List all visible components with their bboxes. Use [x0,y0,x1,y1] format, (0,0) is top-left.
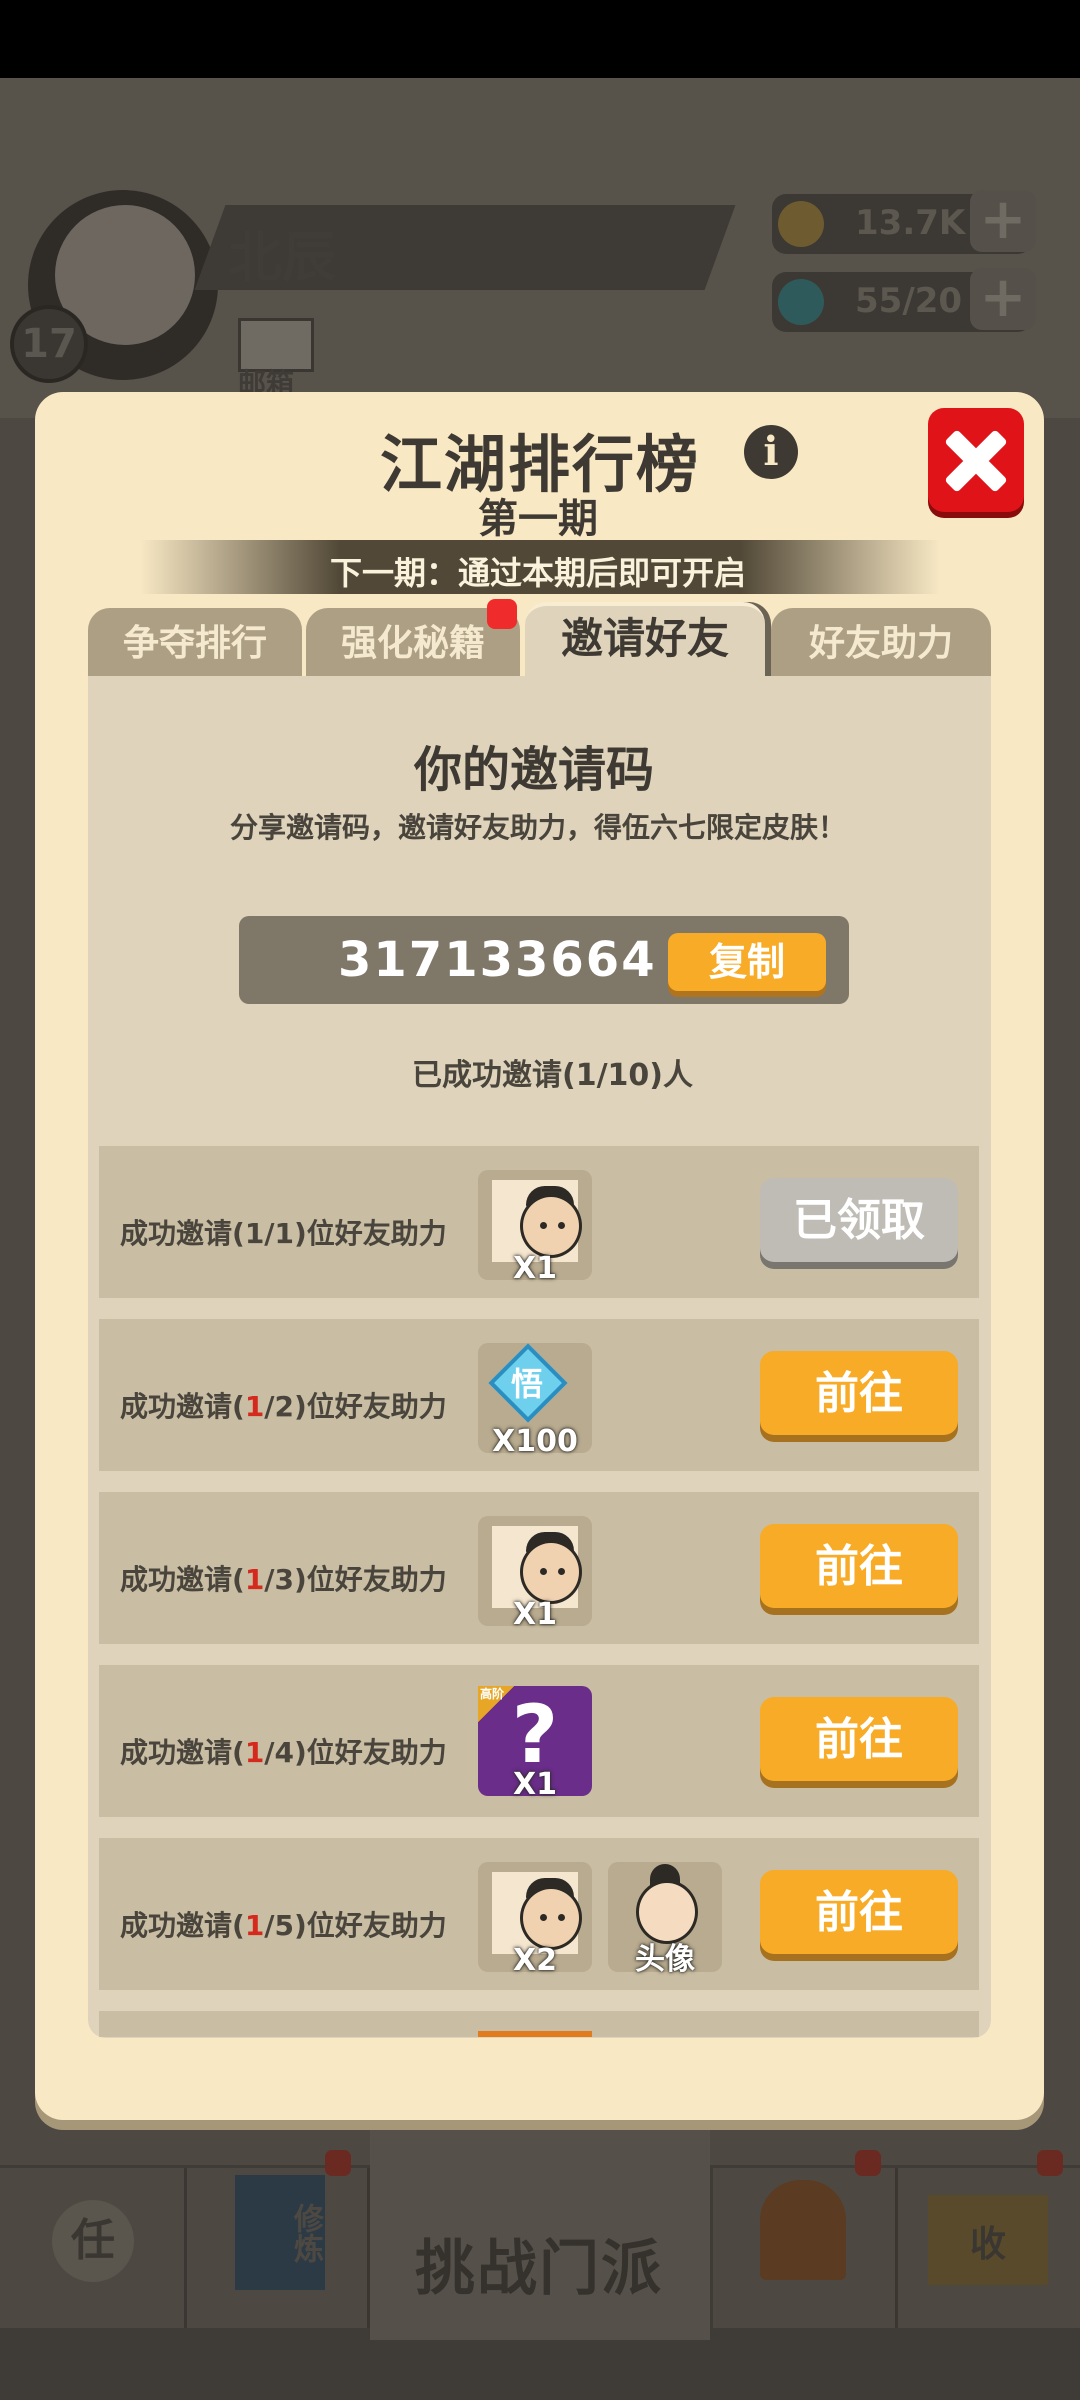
reward-quantity: X1 [512,1767,557,1802]
reward-progress: 1 [244,1909,265,1942]
puzzle-avatar-icon [492,1872,582,1954]
invite-code-value: 317133664 [338,932,657,988]
energy-value: 55/20 [855,281,963,321]
reward-condition-prefix: 成功邀请( [120,1563,245,1596]
reward-condition-prefix: 成功邀请( [120,1390,245,1423]
reward-quantity: X1 [512,1597,557,1632]
reward-item[interactable]: 头像 [608,1862,722,1977]
claimed-button[interactable]: 已领取 [760,1178,958,1262]
coin-value: 13.7K [855,203,966,243]
tab-invite-friends[interactable]: 邀请好友 [525,602,765,680]
reward-condition: 成功邀请(1/1)位好友助力 [120,1212,447,1252]
challenge-sect-label: 挑战门派 [415,2234,663,2304]
reward-progress: 1 [244,1563,265,1596]
reward-quantity: X2 [512,1943,557,1978]
reward-condition: 成功邀请(1/2)位好友助力 [120,1385,447,1425]
invite-code-title: 你的邀请码 [414,742,655,798]
add-coins-button: + [970,190,1036,252]
task-scroll-icon: 任 [52,2200,134,2282]
reward-condition-target: /1)位好友助力 [264,1217,447,1250]
reward-condition-prefix: 成功邀请( [120,1217,245,1250]
reward-condition-target: /3)位好友助力 [264,1563,447,1596]
next-season-text: 下一期：通过本期后即可开启 [330,554,747,592]
info-icon[interactable]: i [744,425,798,479]
reward-item[interactable]: 悟 X100 [478,1343,592,1459]
tab-friend-help[interactable]: 好友助力 [771,608,991,676]
reward-condition-prefix: 成功邀请( [120,1909,245,1942]
helmet-icon [760,2180,846,2280]
notification-dot [1037,2150,1063,2176]
copy-button[interactable]: 复制 [668,933,826,991]
cultivation-book-icon: 修炼 [235,2175,325,2290]
tab-notification-badge [487,599,517,629]
status-bar [0,0,1080,78]
go-button[interactable]: 前往 [760,1697,958,1781]
notification-dot [325,2150,351,2176]
player-name: 北辰 [228,226,336,289]
reward-progress: 1 [244,1217,265,1250]
tab-ranking[interactable]: 争夺排行 [88,608,302,676]
close-button[interactable] [928,408,1024,512]
reward-item[interactable]: X1 [478,1170,592,1286]
puzzle-avatar-icon [492,1526,582,1608]
reward-condition: 成功邀请(1/3)位好友助力 [120,1558,447,1598]
reward-quantity: 头像 [635,1942,695,1977]
reward-item[interactable]: ? 高阶 X1 [478,1686,592,1802]
reward-condition-target: /2)位好友助力 [264,1390,447,1423]
reward-quantity: X1 [512,1251,557,1286]
rarity-tag-label: 高阶 [480,1687,505,1701]
go-button[interactable]: 前往 [760,1351,958,1435]
energy-icon [778,279,824,325]
reward-item-partial [478,2031,592,2037]
invited-count: 已成功邀请(1/10)人 [412,1058,694,1093]
insight-char: 悟 [511,1365,544,1403]
reward-item[interactable]: X2 [478,1862,592,1978]
puzzle-avatar-icon [492,1180,582,1262]
collect-house-icon: 收 [928,2195,1048,2285]
coin-icon [778,201,824,247]
rarity-tag: 高阶 [478,1686,514,1722]
reward-progress: 1 [244,1390,265,1423]
reward-condition-prefix: 成功邀请( [120,1736,245,1769]
season-subtitle: 第一期 [478,496,598,542]
reward-condition: 成功邀请(1/4)位好友助力 [120,1731,447,1771]
invite-description: 分享邀请码，邀请好友助力，得伍六七限定皮肤！ [230,811,847,844]
reward-quantity: X100 [492,1424,578,1459]
go-button[interactable]: 前往 [760,1870,958,1954]
reward-condition: 成功邀请(1/5)位好友助力 [120,1904,447,1944]
reward-progress: 1 [244,1736,265,1769]
go-button[interactable]: 前往 [760,1524,958,1608]
notification-dot [855,2150,881,2176]
reward-condition-target: /5)位好友助力 [264,1909,447,1942]
reward-item[interactable]: X1 [478,1516,592,1632]
player-level-badge: 17 [10,305,88,383]
reward-condition-target: /4)位好友助力 [264,1736,447,1769]
add-energy-button: + [970,268,1036,330]
